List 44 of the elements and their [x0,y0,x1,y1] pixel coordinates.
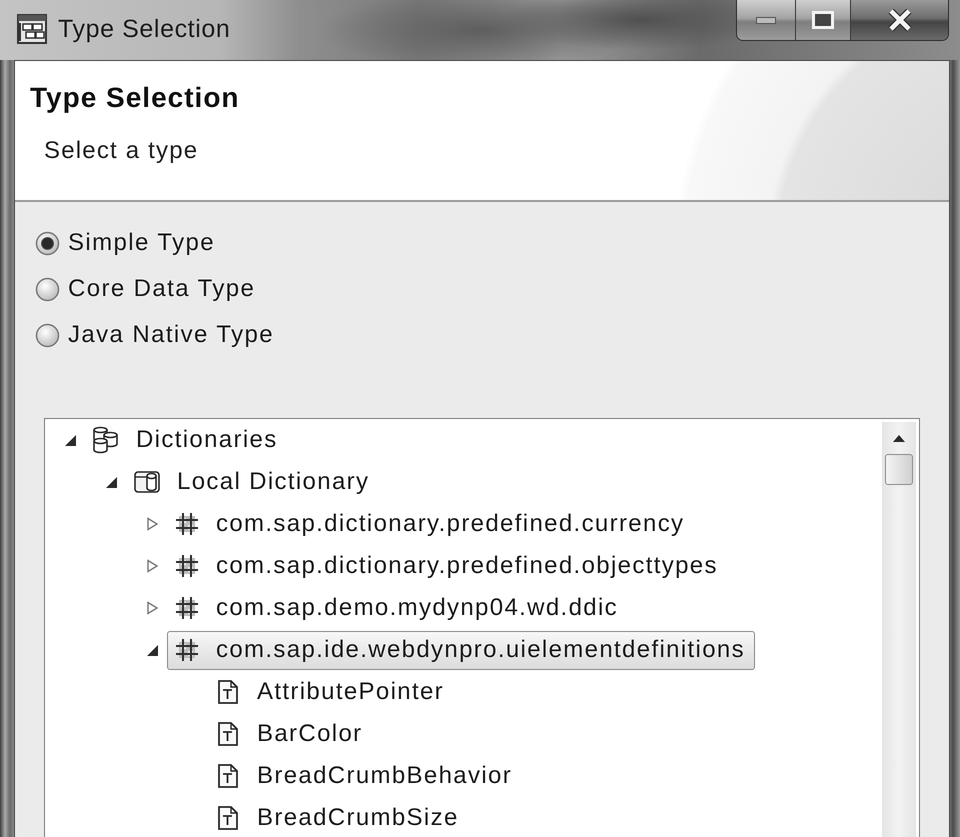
tree-item[interactable]: Dictionaries [85,420,288,460]
tree-item[interactable]: BreadCrumbSize [208,798,469,837]
tree-item[interactable]: Local Dictionary [126,462,380,502]
up-arrow-icon [893,434,905,442]
close-icon [888,9,912,31]
radio-icon[interactable] [35,276,60,302]
grid-icon [174,595,200,621]
expanded-arrow-icon[interactable] [104,475,118,489]
collapsed-arrow-icon[interactable] [145,601,159,615]
radio-option[interactable]: Java Native Type [35,312,274,358]
letter-t-document-icon [215,721,241,747]
page-title: Type Selection [30,81,240,115]
letter-t-document-icon [215,763,241,789]
minimize-button[interactable] [737,0,795,40]
expanded-arrow-icon[interactable] [63,433,77,447]
expanded-arrow-icon[interactable] [145,643,159,657]
maximize-icon [812,11,834,29]
window-title: Type Selection [58,14,230,45]
minimize-icon [756,16,776,24]
scrollbar-thumb[interactable] [885,454,913,485]
radio-icon[interactable] [35,322,60,348]
tree-item[interactable]: com.sap.demo.mydynp04.wd.ddic [167,588,628,628]
close-button[interactable] [850,0,948,40]
page-subtitle: Select a type [44,137,198,165]
letter-t-document-icon [215,805,241,831]
tree-item[interactable]: com.sap.ide.webdynpro.uielementdefinitions [167,630,755,670]
radio-icon[interactable] [35,230,60,256]
grid-icon [174,553,200,579]
tree-item[interactable]: BarColor [208,714,372,754]
letter-t-document-icon [215,679,241,705]
radio-option[interactable]: Simple Type [35,220,216,266]
grid-icon [174,511,200,537]
radio-option[interactable]: Core Data Type [35,266,256,312]
tree-item[interactable]: com.sap.dictionary.predefined.currency [167,504,694,544]
table-icon [16,13,48,45]
tree-item[interactable]: AttributePointer [208,672,454,712]
databases-icon [92,426,120,454]
grid-icon [174,637,200,663]
collapsed-arrow-icon[interactable] [145,517,159,531]
database-icon [133,468,161,496]
collapsed-arrow-icon[interactable] [145,559,159,573]
tree-item[interactable]: BreadCrumbBehavior [208,756,522,796]
tree-item[interactable]: com.sap.dictionary.predefined.objecttypes [167,546,728,586]
maximize-button[interactable] [795,0,850,40]
